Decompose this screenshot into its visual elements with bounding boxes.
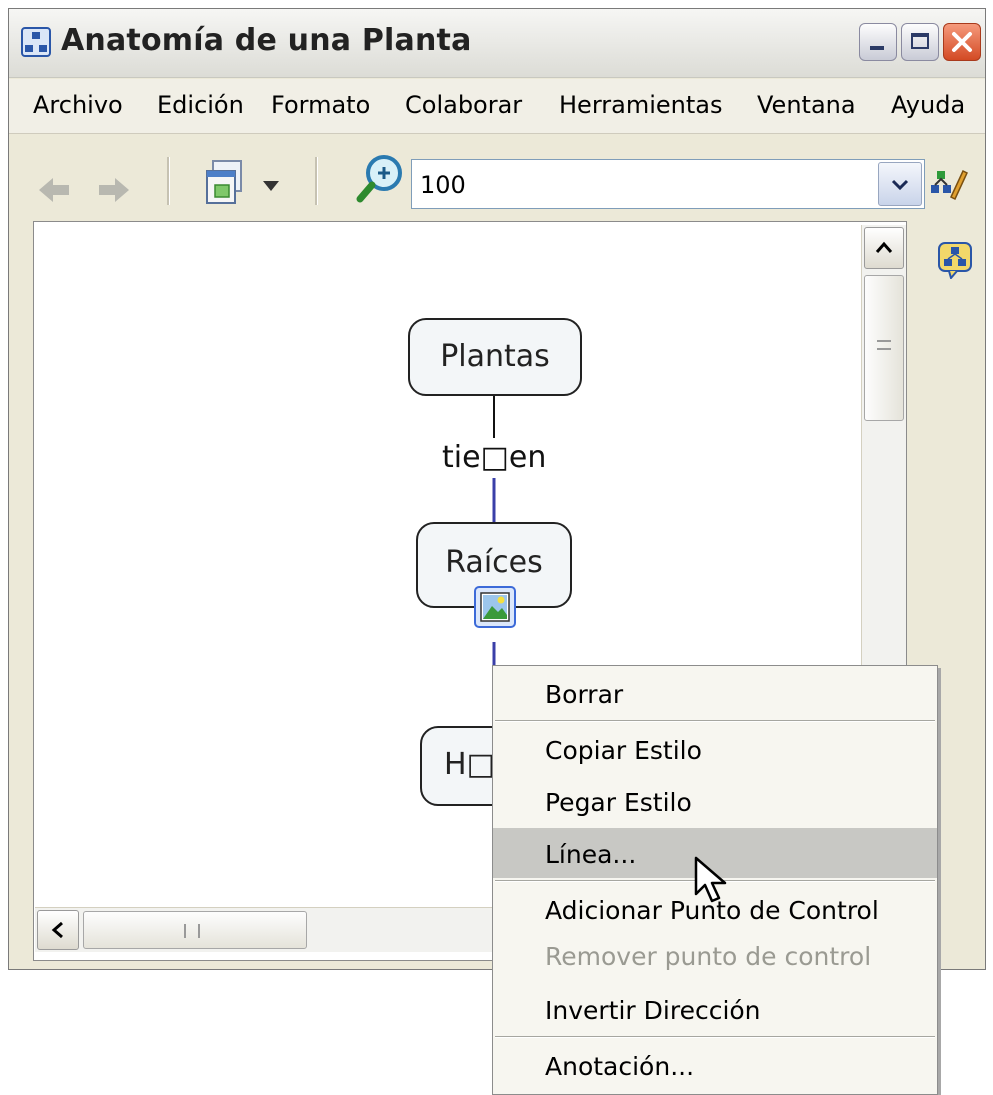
- menu-separator: [495, 720, 935, 722]
- maximize-icon: [911, 33, 929, 49]
- view-selector-button[interactable]: [205, 159, 251, 209]
- toolbar-separator: [167, 157, 170, 205]
- menu-item-invertir-direccion[interactable]: Invertir Dirección: [493, 984, 937, 1034]
- concept-label: H□: [444, 747, 495, 782]
- concept-label: Raíces: [445, 545, 543, 580]
- concept-label: Plantas: [440, 339, 550, 374]
- styles-palette-icon[interactable]: [929, 163, 969, 203]
- chevron-up-icon: [875, 241, 893, 253]
- menu-colaborar[interactable]: Colaborar: [405, 91, 522, 119]
- close-icon: [952, 32, 972, 52]
- menu-ayuda[interactable]: Ayuda: [891, 91, 965, 119]
- menu-item-pegar-estilo[interactable]: Pegar Estilo: [493, 776, 937, 826]
- chevron-down-icon: [891, 179, 909, 191]
- cmap-app-icon: [21, 27, 51, 57]
- image-resource-button[interactable]: [474, 586, 516, 628]
- zoom-combobox[interactable]: 100: [411, 159, 925, 209]
- menu-bar: Archivo Edición Formato Colaborar Herram…: [9, 79, 985, 134]
- toolbar-separator: [315, 157, 318, 205]
- menu-herramientas[interactable]: Herramientas: [559, 91, 722, 119]
- menu-item-remover-punto: Remover punto de control: [545, 942, 872, 971]
- close-button[interactable]: [943, 23, 981, 61]
- window-title: Anatomía de una Planta: [61, 23, 472, 58]
- zoom-value[interactable]: 100: [420, 171, 466, 199]
- minimize-button[interactable]: [859, 23, 897, 61]
- menu-item-borrar[interactable]: Borrar: [493, 668, 937, 718]
- maximize-button[interactable]: [901, 23, 939, 61]
- menu-formato[interactable]: Formato: [271, 91, 370, 119]
- toolbar: 100: [9, 135, 985, 227]
- menu-ventana[interactable]: Ventana: [757, 91, 856, 119]
- vertical-scroll-thumb[interactable]: [864, 275, 904, 421]
- title-bar[interactable]: Anatomía de una Planta: [9, 9, 985, 78]
- menu-item-anotacion[interactable]: Anotación...: [493, 1040, 937, 1090]
- menu-edicion[interactable]: Edición: [157, 91, 244, 119]
- minimize-icon: [870, 46, 884, 50]
- horizontal-scroll-thumb[interactable]: [83, 911, 307, 949]
- chevron-down-icon[interactable]: [261, 179, 281, 193]
- linking-phrase[interactable]: tie□en: [442, 440, 546, 475]
- collaboration-panel-icon[interactable]: [937, 241, 973, 279]
- scroll-left-button[interactable]: [37, 910, 79, 950]
- menu-item-copiar-estilo[interactable]: Copiar Estilo: [493, 724, 937, 774]
- mouse-pointer-icon: [694, 856, 727, 903]
- grip-icon: [877, 340, 891, 350]
- chevron-left-icon: [51, 921, 63, 939]
- menu-archivo[interactable]: Archivo: [33, 91, 123, 119]
- zoom-dropdown-button[interactable]: [878, 162, 922, 206]
- image-resource-icon: [480, 592, 510, 622]
- forward-arrow-icon[interactable]: [97, 175, 131, 205]
- zoom-in-icon[interactable]: [354, 151, 408, 205]
- back-arrow-icon[interactable]: [37, 175, 71, 205]
- scroll-up-button[interactable]: [864, 227, 904, 269]
- menu-separator: [495, 1036, 935, 1038]
- window-view-icon: [206, 160, 242, 204]
- grip-icon: [184, 924, 200, 938]
- concept-node-plantas[interactable]: Plantas: [408, 318, 582, 396]
